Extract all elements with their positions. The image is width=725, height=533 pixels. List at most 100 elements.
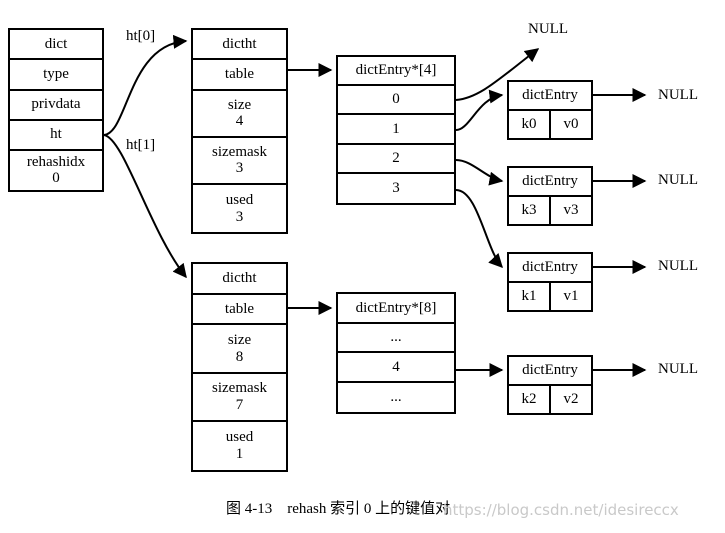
ht1-size-value: 8 (235, 348, 244, 365)
ht1-bucket-slot-ellipsis-bottom: ... (338, 383, 454, 412)
ht1-bucket-array-title-cell: dictEntry*[8] (338, 294, 454, 324)
ht1-size-cell: size 8 (193, 325, 286, 374)
ht1-title: dictht (222, 269, 257, 286)
dict-entry-k2-title: dictEntry (522, 362, 578, 378)
dict-field-type: type (10, 60, 102, 91)
ht0-bucket-slot-0: 0 (338, 86, 454, 116)
ht1-used-label: used (225, 429, 254, 446)
null-label-entry-k2: NULL (658, 361, 698, 377)
null-label-slot0: NULL (528, 21, 568, 37)
ht0-size-value: 4 (235, 113, 244, 130)
ht1-bucket-slot-ellipsis-top-label: ... (390, 329, 402, 346)
dict-entry-k3-key-cell: k3 (509, 197, 551, 224)
dict-entry-k2-value: v2 (563, 391, 579, 407)
dict-entry-k0-title: dictEntry (522, 87, 578, 103)
ht0-bucket-array-title-cell: dictEntry*[4] (338, 57, 454, 87)
figure-caption: 图 4-13 rehash 索引 0 上的键值对 (226, 501, 451, 517)
arrow-slot1-entry-k0 (455, 89, 504, 131)
arrow-ht1 (103, 134, 187, 279)
dict-field-privdata: privdata (10, 90, 102, 121)
ht1-size-label: size (227, 331, 252, 348)
ht0-table-cell: table (193, 60, 286, 91)
dict-field-ht: ht (10, 120, 102, 151)
ht0-bucket-slot-1: 1 (338, 115, 454, 145)
ht0-pointer-label: ht[0] (126, 28, 156, 44)
dict-title: dict (44, 35, 68, 52)
dict-entry-k3-key: k3 (521, 202, 537, 218)
ht0-bucket-slot-3: 3 (338, 173, 454, 204)
ht1-bucket-array-title: dictEntry*[8] (355, 299, 437, 316)
ht0-size-cell: size 4 (193, 90, 286, 138)
dict-entry-k1-value: v1 (563, 288, 579, 304)
dict-field-type-label: type (43, 65, 69, 82)
dict-entry-k3-title-cell: dictEntry (509, 168, 591, 197)
ht0-title: dictht (222, 35, 257, 52)
dict-title-cell: dict (10, 30, 102, 61)
ht0-used-label: used (225, 191, 254, 208)
ht0-bucket-array-title: dictEntry*[4] (355, 62, 437, 79)
dict-entry-k1-key-cell: k1 (509, 283, 551, 310)
ht0-bucket-slot-0-label: 0 (392, 91, 400, 108)
dict-entry-k3-value-cell: v3 (551, 197, 591, 224)
dict-entry-k3-kv-row: k3 v3 (509, 197, 591, 224)
ht1-used-value: 1 (235, 446, 244, 463)
dict-struct-box: dict type privdata ht rehashidx 0 (8, 28, 104, 192)
dict-entry-k2-key-cell: k2 (509, 386, 551, 413)
dict-entry-k2-key: k2 (521, 391, 537, 407)
ht1-bucket-array-box: dictEntry*[8] ... 4 ... (336, 292, 456, 414)
dict-entry-k0-value-cell: v0 (551, 111, 591, 138)
dict-field-privdata-label: privdata (31, 96, 81, 113)
arrow-slot2-entry-k3 (455, 159, 504, 186)
ht1-dictht-box: dictht table size 8 sizemask 7 used 1 (191, 262, 288, 472)
ht1-table-label: table (224, 300, 255, 317)
ht0-bucket-slot-2: 2 (338, 144, 454, 174)
ht0-table-label: table (224, 66, 255, 83)
ht0-title-cell: dictht (193, 30, 286, 61)
dict-entry-k3: dictEntry k3 v3 (507, 166, 593, 226)
dict-entry-k1-key: k1 (521, 288, 537, 304)
csdn-watermark: https://blog.csdn.net/idesireccx (443, 501, 679, 519)
dict-entry-k0-key-cell: k0 (509, 111, 551, 138)
dict-field-rehashidx: rehashidx 0 (10, 151, 102, 190)
ht1-table-cell: table (193, 294, 286, 326)
dict-entry-k2: dictEntry k2 v2 (507, 355, 593, 415)
dict-entry-k2-title-cell: dictEntry (509, 357, 591, 386)
dict-entry-k3-value: v3 (563, 202, 579, 218)
ht0-bucket-slot-2-label: 2 (392, 149, 400, 166)
dict-entry-k0-value: v0 (563, 116, 579, 132)
dict-entry-k2-kv-row: k2 v2 (509, 386, 591, 413)
ht1-sizemask-label: sizemask (212, 380, 267, 397)
ht0-bucket-array-box: dictEntry*[4] 0 1 2 3 (336, 55, 456, 205)
ht1-pointer-label: ht[1] (126, 137, 156, 153)
ht0-bucket-slot-1-label: 1 (392, 120, 400, 137)
dict-entry-k1-title-cell: dictEntry (509, 254, 591, 283)
dict-entry-k3-title: dictEntry (522, 173, 578, 189)
ht1-sizemask-cell: sizemask 7 (193, 373, 286, 423)
null-label-entry-k3: NULL (658, 172, 698, 188)
ht0-sizemask-label: sizemask (212, 143, 267, 160)
ht0-dictht-box: dictht table size 4 sizemask 3 used 3 (191, 28, 288, 234)
ht1-sizemask-value: 7 (235, 397, 244, 414)
dict-field-rehashidx-label: rehashidx (26, 153, 86, 170)
ht0-used-cell: used 3 (193, 185, 286, 233)
dict-entry-k0: dictEntry k0 v0 (507, 80, 593, 140)
dict-entry-k1: dictEntry k1 v1 (507, 252, 593, 312)
dict-entry-k1-title: dictEntry (522, 259, 578, 275)
dict-field-ht-label: ht (50, 126, 62, 143)
ht0-bucket-slot-3-label: 3 (392, 180, 400, 197)
ht1-bucket-slot-4-label: 4 (392, 358, 400, 375)
ht1-used-cell: used 1 (193, 422, 286, 470)
arrow-slot3-entry-k1 (455, 189, 503, 269)
arrow-ht0 (103, 34, 188, 136)
ht1-bucket-slot-ellipsis-top: ... (338, 324, 454, 354)
null-label-entry-k0: NULL (658, 87, 698, 103)
dict-entry-k1-kv-row: k1 v1 (509, 283, 591, 310)
ht0-sizemask-cell: sizemask 3 (193, 137, 286, 185)
ht1-bucket-slot-4: 4 (338, 353, 454, 384)
dict-entry-k0-kv-row: k0 v0 (509, 111, 591, 138)
diagram-canvas: dict type privdata ht rehashidx 0 ht[0] … (0, 0, 725, 533)
dict-entry-k0-title-cell: dictEntry (509, 82, 591, 111)
dict-entry-k1-value-cell: v1 (551, 283, 591, 310)
ht0-sizemask-value: 3 (235, 160, 244, 177)
dict-entry-k2-value-cell: v2 (551, 386, 591, 413)
